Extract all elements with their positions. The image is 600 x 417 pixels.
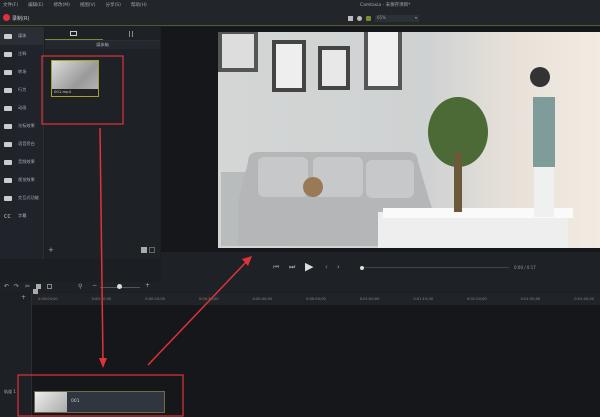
annotation-box-bin xyxy=(41,55,124,125)
annotation-arrowhead-down xyxy=(99,358,107,368)
annotation-arrow-up xyxy=(147,259,249,366)
annotation-box-clip xyxy=(17,374,184,417)
annotation-arrow-down xyxy=(99,127,104,363)
annotation-overlay xyxy=(17,55,252,417)
